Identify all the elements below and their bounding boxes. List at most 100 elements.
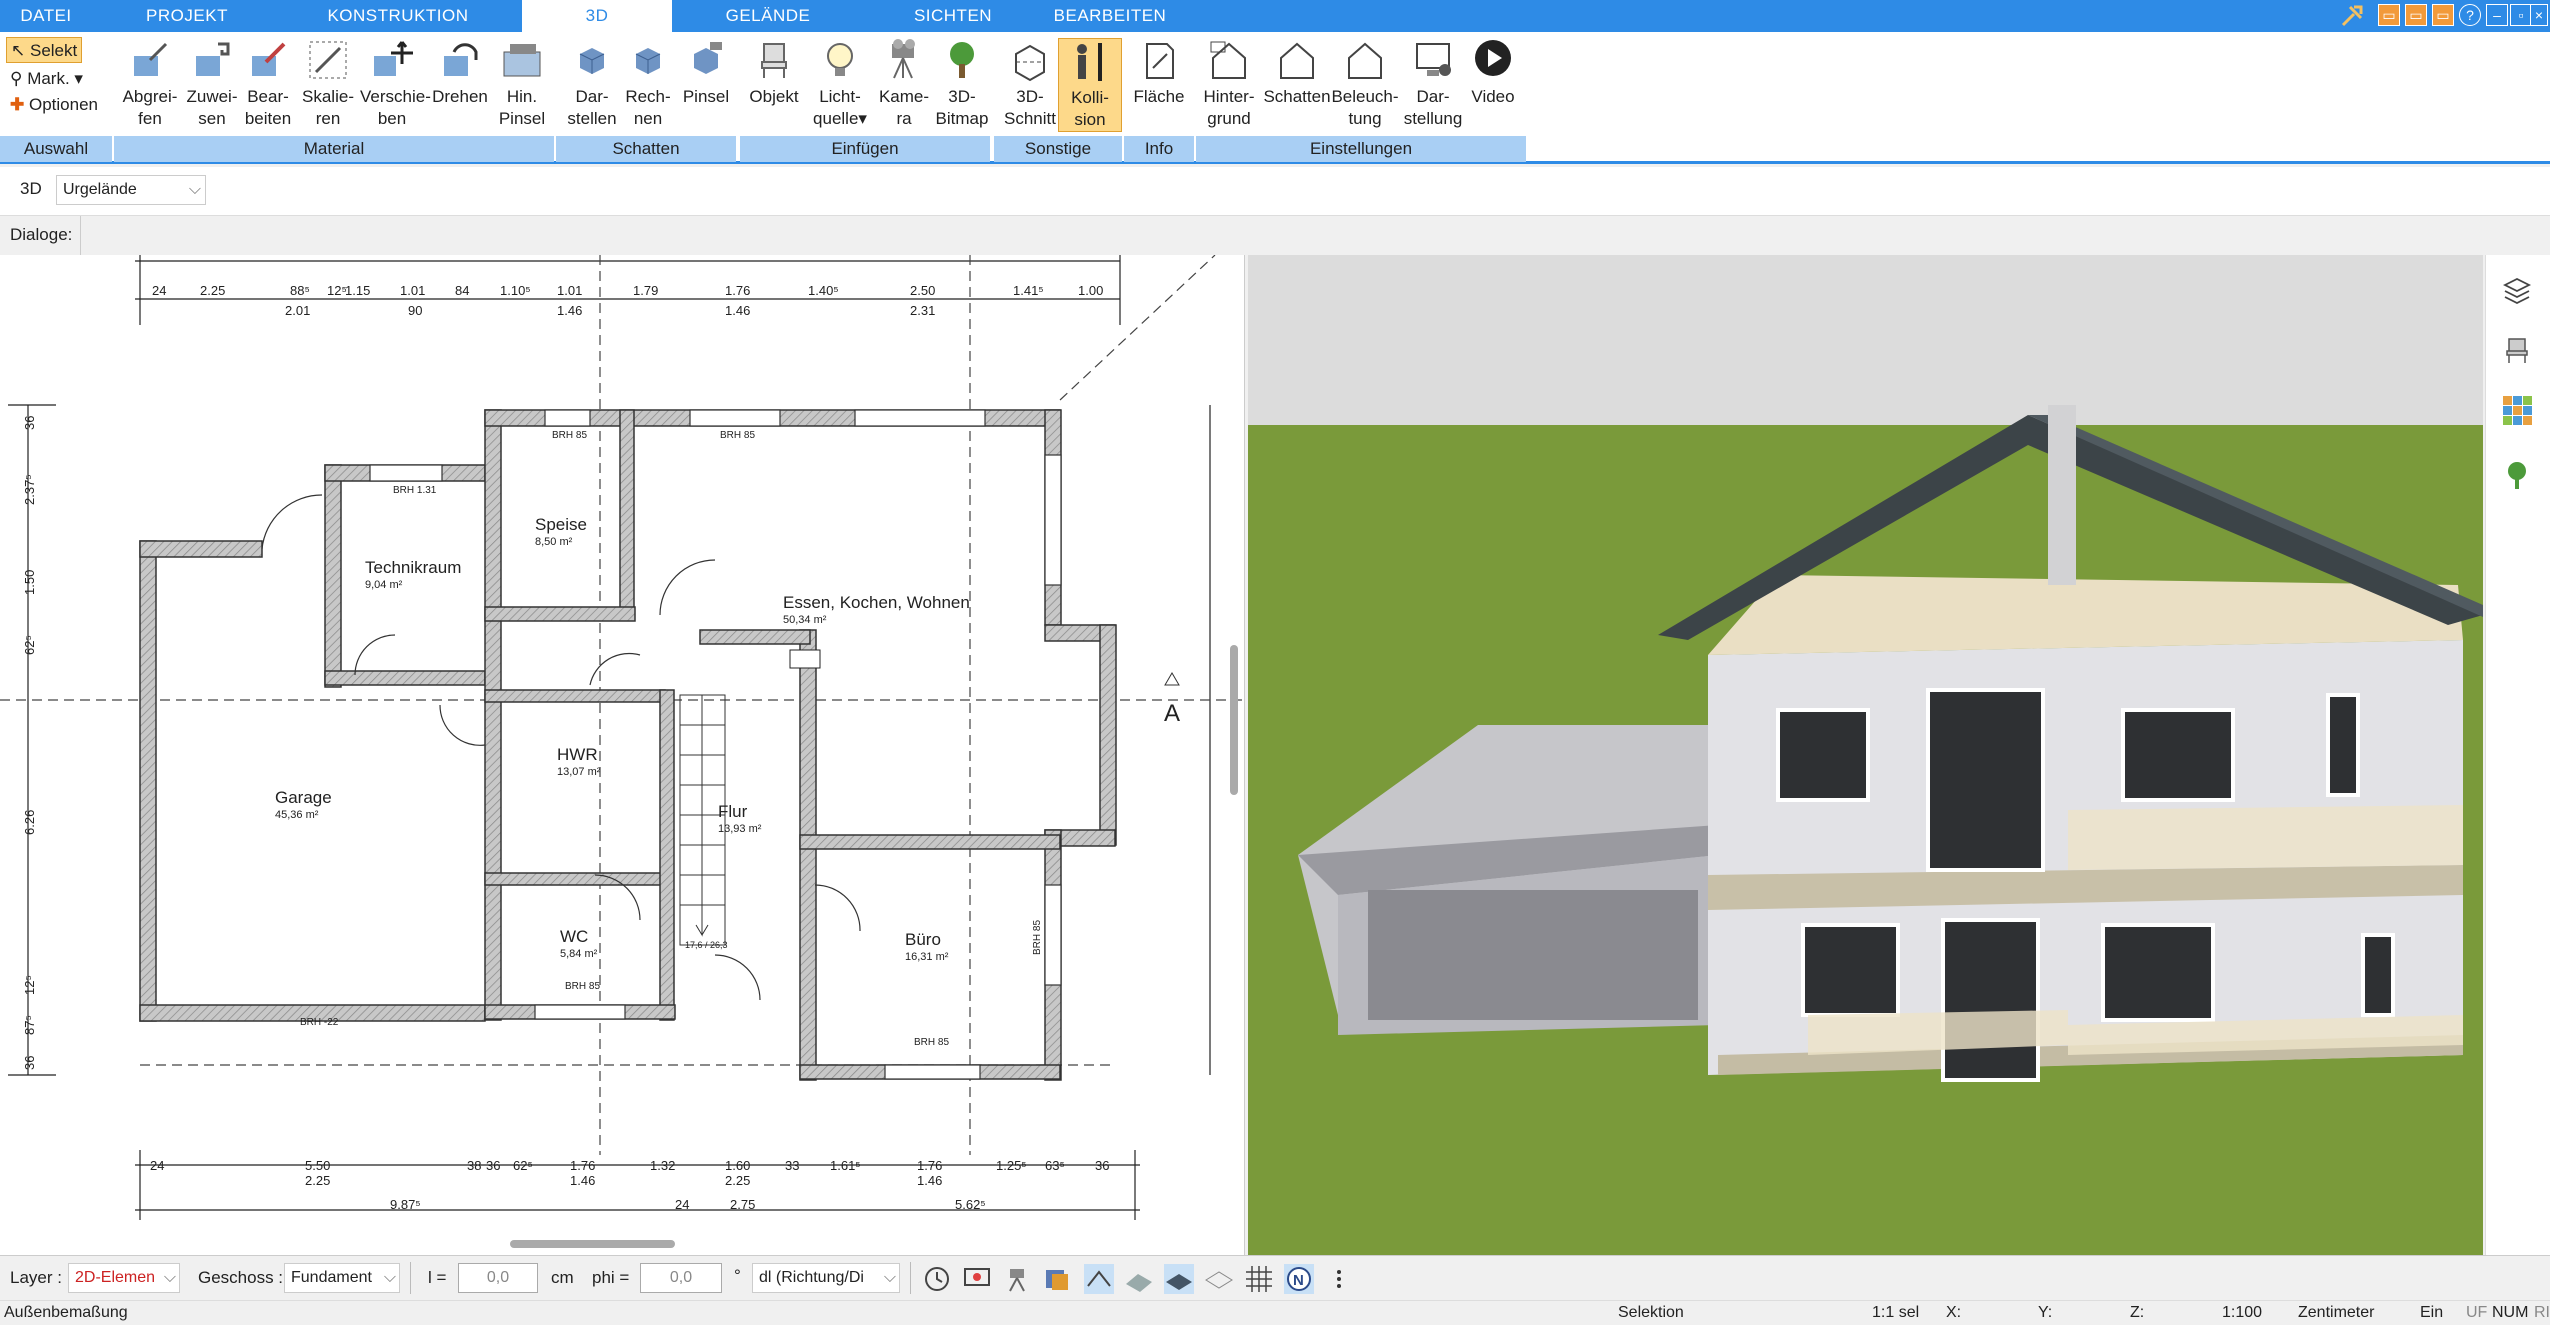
floor-plan-view[interactable]: A Technikraum 9,04 m² Speise 8,50 m² Ess… xyxy=(0,255,1245,1255)
ribbon: ↖ Selekt ⚲ Mark. ▾ ✚ Optionen Auswahl Ab… xyxy=(0,32,2550,164)
tab-gelaende[interactable]: GELÄNDE xyxy=(690,0,846,32)
room-area-speise: 8,50 m² xyxy=(535,536,573,548)
horizontal-scrollbar[interactable] xyxy=(510,1240,675,1248)
tree-icon xyxy=(950,42,974,78)
selekt-button[interactable]: ↖ Selekt xyxy=(6,37,83,63)
view-bar: 3D Urgelände ⌵ xyxy=(0,167,2550,215)
ribbon-tab-bar: DATEI PROJEKT KONSTRUKTION 3D GELÄNDE SI… xyxy=(0,0,2550,32)
schatten-einst-button[interactable]: Schatten xyxy=(1260,38,1334,108)
darstellen-button[interactable]: Dar-stellen xyxy=(560,38,624,130)
phi-input[interactable]: 0,0 xyxy=(640,1263,722,1293)
tab-projekt[interactable]: PROJEKT xyxy=(100,0,274,32)
dialog-bar: Dialoge: xyxy=(0,215,2550,256)
beleuchtung-button[interactable]: Beleuch-tung xyxy=(1330,38,1400,130)
svg-text:2.25: 2.25 xyxy=(725,1173,750,1188)
l-input[interactable]: 0,0 xyxy=(458,1263,538,1293)
roof-icon[interactable] xyxy=(1084,1264,1114,1294)
3d-bitmap-button[interactable]: 3D- Bitmap xyxy=(930,38,994,130)
video-button[interactable]: Video xyxy=(1462,38,1524,108)
layers-icon[interactable] xyxy=(2502,275,2532,305)
tab-bearbeiten[interactable]: BEARBEITEN xyxy=(1040,0,1180,32)
svg-text:87⁵: 87⁵ xyxy=(22,1015,37,1035)
camera-path-icon[interactable] xyxy=(1002,1264,1032,1294)
help-icon[interactable]: ? xyxy=(2459,4,2481,26)
svg-text:BRH 85: BRH 85 xyxy=(1032,920,1043,955)
svg-text:24: 24 xyxy=(675,1197,689,1212)
group-schatten: Schatten xyxy=(556,136,736,162)
optionen-button[interactable]: ✚ Optionen xyxy=(6,92,102,118)
svg-text:33: 33 xyxy=(785,1158,799,1173)
window-minimize-icon[interactable]: ▭ xyxy=(2378,4,2400,26)
status-uf: UF xyxy=(2466,1304,2488,1321)
3d-schnitt-button[interactable]: 3D- Schnitt xyxy=(998,38,1062,130)
dl-select[interactable]: dl (Richtung/Di ⌵ xyxy=(752,1263,900,1293)
pipette-icon xyxy=(134,42,168,76)
left-dimension-text: 36 2.37⁵ 1.50 62⁵ 6.26 12⁵ 87⁵ 36 xyxy=(22,416,37,1070)
drehen-button[interactable]: Drehen xyxy=(428,38,492,108)
tab-3d[interactable]: 3D xyxy=(522,0,672,32)
lichtquelle-button[interactable]: Licht-quelle▾ xyxy=(808,38,872,130)
assign-icon xyxy=(196,42,230,76)
status-message: Außenbemaßung xyxy=(4,1304,128,1321)
tab-konstruktion[interactable]: KONSTRUKTION xyxy=(300,0,496,32)
abgreifen-button[interactable]: Abgrei-fen xyxy=(118,38,182,130)
hintergrund-button[interactable]: Hinter-grund xyxy=(1196,38,1262,130)
furniture-icon[interactable] xyxy=(2502,335,2532,365)
vertical-scrollbar[interactable] xyxy=(1230,645,1238,795)
window-restore-icon[interactable]: ▭ xyxy=(2405,4,2427,26)
north-icon[interactable]: N xyxy=(1284,1264,1314,1294)
tools-icon[interactable] xyxy=(2340,4,2364,28)
layer-select[interactable]: 2D-Elemen ⌵ xyxy=(68,1263,180,1293)
grid-icon[interactable] xyxy=(1244,1264,1274,1294)
hin-pinsel-button[interactable]: Hin. Pinsel xyxy=(490,38,554,130)
group-auswahl: Auswahl xyxy=(0,136,112,162)
maximize-icon[interactable]: ▫ xyxy=(2510,4,2532,26)
texture-icon[interactable] xyxy=(1042,1264,1072,1294)
minimize-icon[interactable]: – xyxy=(2486,4,2508,26)
plant-icon[interactable] xyxy=(2502,460,2532,490)
floor-icon[interactable] xyxy=(1164,1264,1194,1294)
svg-text:36: 36 xyxy=(1095,1158,1109,1173)
zuweisen-button[interactable]: Zuwei-sen xyxy=(180,38,244,130)
cube-shadow-icon xyxy=(579,48,605,74)
schatten-pinsel-button[interactable]: Pinsel xyxy=(674,38,738,108)
materials-icon[interactable] xyxy=(2502,395,2532,425)
svg-text:63⁵: 63⁵ xyxy=(1045,1158,1065,1173)
l-unit: cm xyxy=(551,1268,574,1287)
tab-sichten[interactable]: SICHTEN xyxy=(870,0,1036,32)
clock-icon[interactable] xyxy=(922,1264,952,1294)
terrain-icon[interactable] xyxy=(1204,1264,1234,1294)
rechnen-button[interactable]: Rech-nen xyxy=(616,38,680,130)
geschoss-select[interactable]: Fundament ⌵ xyxy=(284,1263,400,1293)
l-label: l = xyxy=(428,1268,447,1287)
floor-plan-canvas: A Technikraum 9,04 m² Speise 8,50 m² Ess… xyxy=(0,255,1244,1220)
window-icon[interactable]: ▭ xyxy=(2432,4,2454,26)
verschieben-button[interactable]: Verschie-ben xyxy=(360,38,431,130)
status-bar: Außenbemaßung Selektion 1:1 sel X: Y: Z:… xyxy=(0,1300,2550,1325)
svg-text:12⁵: 12⁵ xyxy=(327,283,347,298)
objekt-button[interactable]: Objekt xyxy=(742,38,806,108)
bearbeiten-button[interactable]: Bear-beiten xyxy=(236,38,300,130)
mark-button[interactable]: ⚲ Mark. ▾ xyxy=(6,66,87,92)
svg-text:1.61⁵: 1.61⁵ xyxy=(830,1158,861,1173)
kamera-button[interactable]: Kame-ra xyxy=(872,38,936,130)
svg-text:36: 36 xyxy=(22,1056,37,1070)
more-icon[interactable] xyxy=(1324,1264,1354,1294)
terrain-select[interactable]: Urgelände ⌵ xyxy=(56,175,206,205)
section-cube-icon xyxy=(1015,44,1045,82)
flaeche-button[interactable]: Fläche xyxy=(1126,38,1192,108)
chevron-down-icon: ⌵ xyxy=(188,181,201,198)
darstellung-button[interactable]: Dar-stellung xyxy=(1398,38,1468,130)
svg-text:1.00: 1.00 xyxy=(1078,283,1103,298)
wall-pattern-icon[interactable] xyxy=(1124,1264,1154,1294)
top-dimension-text: 24 2.25 88⁵ 12⁵ 1.15 1.01 84 1.10⁵ 1.01 … xyxy=(152,283,1103,318)
3d-view[interactable] xyxy=(1248,255,2483,1255)
kollision-button[interactable]: Kolli-sion xyxy=(1058,38,1122,132)
close-icon[interactable]: × xyxy=(2530,4,2548,26)
tab-datei[interactable]: DATEI xyxy=(0,0,92,32)
camera-icon xyxy=(892,39,915,79)
section-marker-label: A xyxy=(1164,700,1180,727)
skalieren-button[interactable]: Skalie-ren xyxy=(296,38,360,130)
svg-text:1.76: 1.76 xyxy=(570,1158,595,1173)
screen-icon[interactable] xyxy=(962,1264,992,1294)
